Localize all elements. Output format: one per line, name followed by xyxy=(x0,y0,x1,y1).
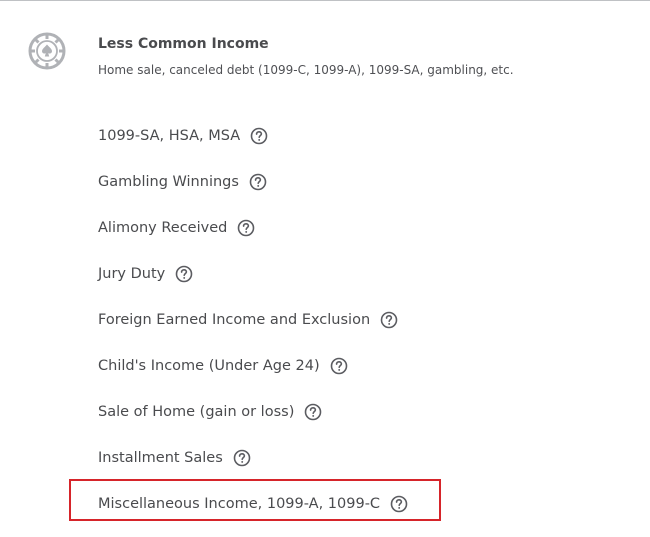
list-item-childs-income[interactable]: Child's Income (Under Age 24) xyxy=(98,354,348,378)
help-icon[interactable] xyxy=(380,311,398,329)
item-label: Installment Sales xyxy=(98,450,223,466)
item-label: Alimony Received xyxy=(98,220,228,236)
list-item-alimony-received[interactable]: Alimony Received xyxy=(98,216,255,240)
list-item-installment-sales[interactable]: Installment Sales xyxy=(98,446,251,470)
item-label: Sale of Home (gain or loss) xyxy=(98,404,295,420)
item-label: Foreign Earned Income and Exclusion xyxy=(98,312,371,328)
help-icon[interactable] xyxy=(237,219,255,237)
item-label: Jury Duty xyxy=(98,266,166,282)
help-icon[interactable] xyxy=(249,173,267,191)
list-item-jury-duty[interactable]: Jury Duty xyxy=(98,262,193,286)
item-label: Child's Income (Under Age 24) xyxy=(98,358,320,374)
highlight-box xyxy=(69,479,441,521)
list-item-sale-of-home[interactable]: Sale of Home (gain or loss) xyxy=(98,400,322,424)
top-divider xyxy=(0,0,650,1)
list-item-1099-sa[interactable]: 1099-SA, HSA, MSA xyxy=(98,124,268,148)
help-icon[interactable] xyxy=(175,265,193,283)
item-label: Gambling Winnings xyxy=(98,174,239,190)
help-icon[interactable] xyxy=(233,449,251,467)
help-icon[interactable] xyxy=(330,357,348,375)
list-item-gambling-winnings[interactable]: Gambling Winnings xyxy=(98,170,267,194)
section-subtitle: Home sale, canceled debt (1099-C, 1099-A… xyxy=(98,63,514,77)
section-title: Less Common Income xyxy=(98,36,269,52)
poker-chip-icon xyxy=(28,32,66,70)
help-icon[interactable] xyxy=(304,403,322,421)
help-icon[interactable] xyxy=(250,127,268,145)
list-item-foreign-earned-income[interactable]: Foreign Earned Income and Exclusion xyxy=(98,308,398,332)
item-label: 1099-SA, HSA, MSA xyxy=(98,128,241,144)
